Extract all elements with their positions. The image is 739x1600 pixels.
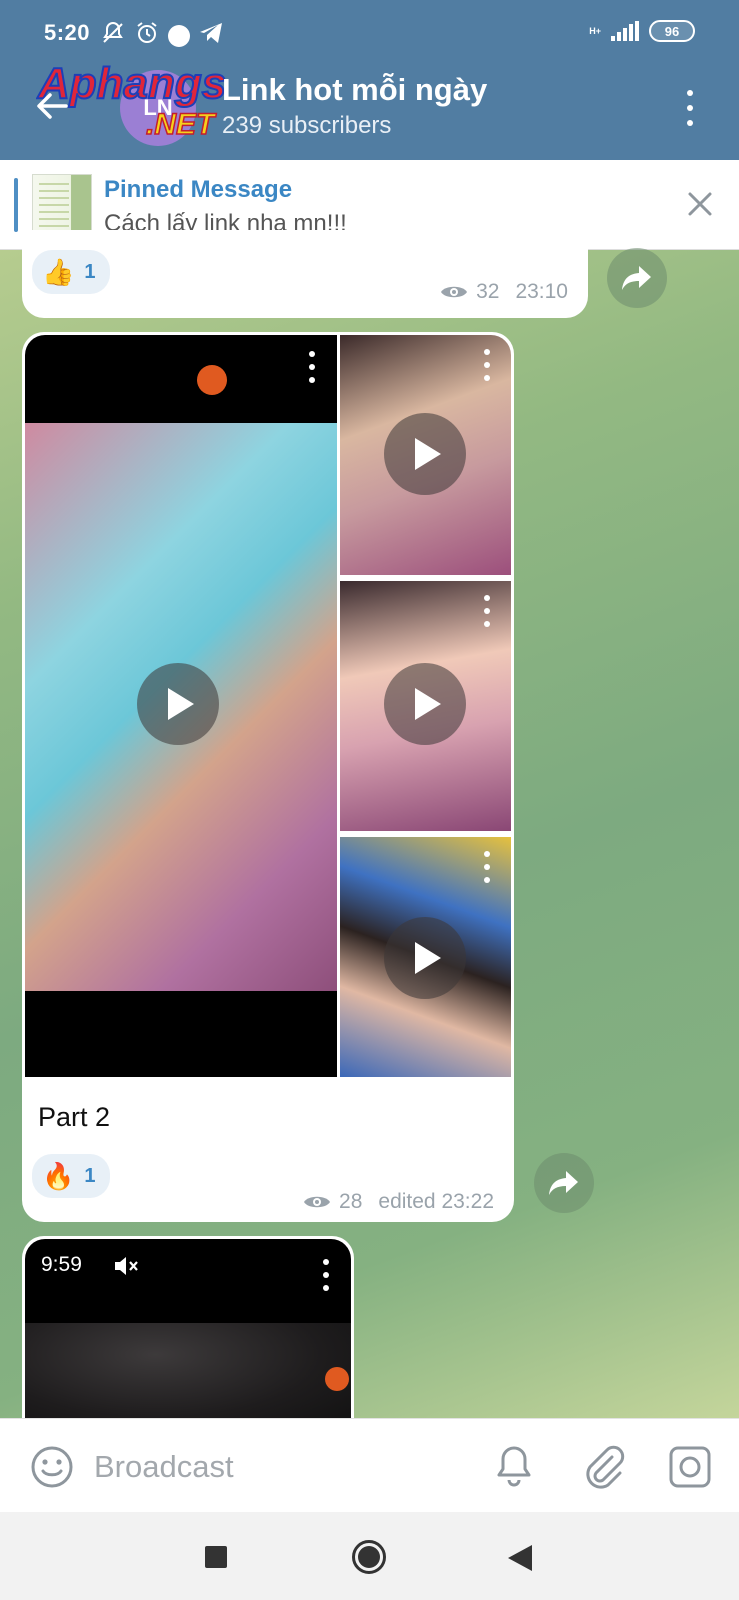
pinned-label: Pinned Message — [104, 176, 293, 203]
camera-icon[interactable] — [668, 1445, 712, 1489]
notification-dot-icon — [168, 24, 190, 47]
status-bar: 5:20 H+ 96 — [0, 0, 739, 66]
record-indicator — [197, 365, 227, 395]
more-menu-icon[interactable] — [680, 88, 700, 128]
video-thumbnail[interactable]: 9:59 — [25, 1239, 351, 1429]
pinned-indicator — [14, 178, 18, 232]
record-indicator — [325, 1367, 349, 1391]
back-arrow-icon[interactable] — [32, 86, 72, 126]
back-icon[interactable] — [508, 1545, 532, 1571]
play-icon[interactable] — [384, 917, 466, 999]
eye-icon — [441, 286, 468, 298]
play-icon[interactable] — [384, 663, 466, 745]
input-bar: Broadcast — [0, 1418, 739, 1512]
share-button[interactable] — [534, 1153, 594, 1213]
avatar[interactable]: LN — [120, 70, 196, 146]
message-meta: 32 23:10 — [440, 280, 568, 304]
thumbs-up-icon: 👍 — [42, 256, 75, 287]
alarm-icon — [134, 20, 160, 51]
status-time: 5:20 — [44, 20, 91, 45]
video-thumbnail-main[interactable] — [25, 335, 337, 1077]
message-bubble-video[interactable]: 9:59 — [22, 1236, 354, 1429]
status-icons-right: H+ 96 — [589, 20, 695, 42]
message-time: edited 23:22 — [378, 1190, 494, 1213]
share-arrow-icon — [622, 266, 651, 290]
network-type: H+ — [589, 25, 601, 36]
video-menu-icon[interactable] — [321, 1259, 331, 1291]
reaction-count: 1 — [84, 260, 96, 283]
reaction-chip[interactable]: 👍 1 — [32, 250, 110, 294]
reaction-chip[interactable]: 🔥 1 — [32, 1154, 110, 1198]
message-input[interactable]: Broadcast — [94, 1449, 234, 1485]
video-thumbnail-1[interactable] — [340, 335, 511, 575]
play-icon[interactable] — [384, 413, 466, 495]
recent-apps-icon[interactable] — [205, 1546, 227, 1568]
battery-icon: 96 — [649, 20, 695, 42]
video-menu-icon[interactable] — [482, 349, 492, 381]
share-arrow-icon — [549, 1171, 578, 1195]
attach-icon[interactable] — [582, 1443, 626, 1489]
reaction-count: 1 — [84, 1164, 96, 1187]
bell-icon[interactable] — [494, 1443, 534, 1489]
view-count: 32 — [476, 280, 500, 303]
fire-icon: 🔥 — [42, 1160, 75, 1191]
chat-title[interactable]: Link hot mỗi ngày — [222, 72, 487, 108]
message-bubble[interactable]: 👍 1 32 23:10 — [22, 230, 588, 318]
system-nav-bar — [0, 1512, 739, 1600]
emoji-icon[interactable] — [30, 1445, 74, 1489]
message-meta: 28 edited 23:22 — [303, 1190, 494, 1214]
view-count: 28 — [339, 1190, 363, 1213]
play-icon[interactable] — [137, 663, 219, 745]
status-icons-left — [100, 20, 224, 51]
video-frame — [25, 1323, 351, 1429]
close-icon[interactable] — [686, 190, 714, 218]
message-time: 23:10 — [515, 280, 568, 303]
video-thumbnail-3[interactable] — [340, 837, 511, 1077]
mute-icon[interactable] — [113, 1255, 139, 1277]
subscriber-count: 239 subscribers — [222, 112, 392, 139]
message-bubble-album[interactable]: Part 2 🔥 1 28 edited 23:22 — [22, 332, 514, 1222]
video-thumbnail-2[interactable] — [340, 581, 511, 831]
video-duration: 9:59 — [41, 1253, 82, 1276]
telegram-icon — [198, 21, 224, 50]
message-caption: Part 2 — [38, 1102, 111, 1132]
app-bar: 5:20 H+ 96 LN Aphangs .NET Link hot mỗi … — [0, 0, 739, 160]
home-icon[interactable] — [352, 1540, 386, 1574]
share-button[interactable] — [607, 248, 667, 308]
eye-icon — [304, 1196, 331, 1208]
video-menu-icon[interactable] — [307, 351, 317, 383]
signal-icon — [611, 21, 639, 41]
video-menu-icon[interactable] — [482, 595, 492, 627]
silent-icon — [100, 20, 126, 51]
pinned-thumbnail — [32, 174, 92, 236]
video-menu-icon[interactable] — [482, 851, 492, 883]
